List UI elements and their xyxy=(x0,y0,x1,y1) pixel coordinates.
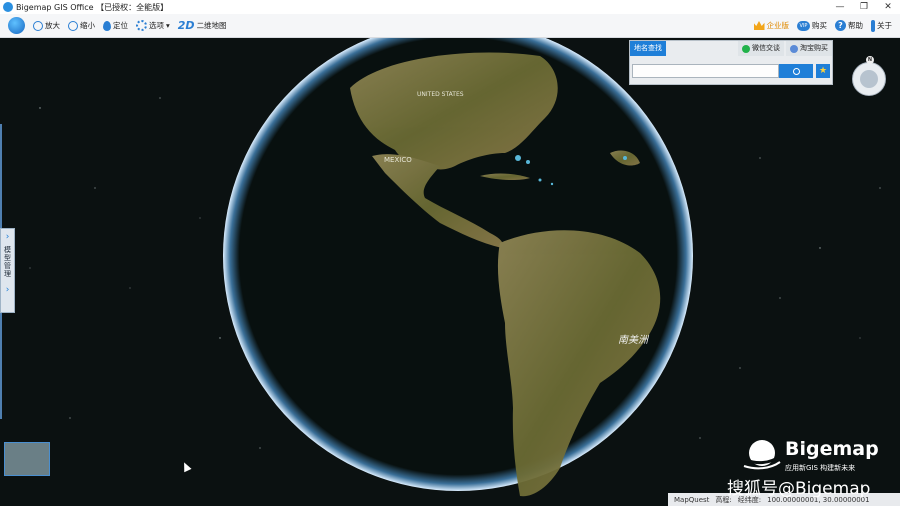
sohu-credit: 搜狐号@Bigemap xyxy=(727,479,871,499)
minimize-button[interactable]: — xyxy=(828,0,852,14)
overview-minimap[interactable] xyxy=(4,442,50,476)
2d-map-label: 二维地图 xyxy=(196,21,227,30)
map-label-usa: UNITED STATES xyxy=(417,91,464,98)
tab-place-search[interactable]: 地名查找 xyxy=(630,41,666,56)
chevron-down-icon: ▾ xyxy=(166,21,170,30)
north-indicator: N xyxy=(866,56,874,64)
2d-icon: 2D xyxy=(177,19,195,32)
place-search-input[interactable] xyxy=(632,64,779,78)
buy-button[interactable]: VIP 购买 xyxy=(797,20,827,31)
enterprise-label: 企业版 xyxy=(766,21,790,30)
favorite-button[interactable]: ★ xyxy=(816,64,830,78)
locate-label: 定位 xyxy=(113,21,128,30)
gear-icon xyxy=(136,20,147,31)
title-bar: Bigemap GIS Office 【已授权：全能版】 — ❐ ✕ xyxy=(0,0,900,14)
help-label: 帮助 xyxy=(848,21,863,30)
tab-taobao-label: 淘宝购买 xyxy=(800,44,828,52)
navigation-compass[interactable]: N xyxy=(852,56,886,96)
wechat-icon xyxy=(742,44,750,53)
crown-icon xyxy=(753,21,765,30)
map-provider: MapQuest xyxy=(674,495,710,504)
compass-center-icon[interactable] xyxy=(860,70,878,88)
zoom-in-icon xyxy=(33,20,43,31)
window-title: Bigemap GIS Office 【已授权：全能版】 xyxy=(16,2,169,12)
locate-button[interactable]: 定位 xyxy=(103,20,128,31)
globe-view[interactable]: UNITED STATES MEXICO 南美洲 xyxy=(0,38,900,506)
maximize-button[interactable]: ❐ xyxy=(852,0,876,14)
zoom-out-icon xyxy=(68,20,78,31)
enterprise-button[interactable]: 企业版 xyxy=(753,20,790,31)
model-management-label: 模型管理 xyxy=(3,246,12,278)
place-search-tabs: 地名查找 微信交谈 淘宝购买 xyxy=(630,41,832,56)
zoom-out-label: 缩小 xyxy=(80,21,95,30)
map-label-south-america: 南美洲 xyxy=(618,334,650,346)
bigemap-logo-icon[interactable] xyxy=(8,17,25,34)
tab-taobao[interactable]: 淘宝购买 xyxy=(786,41,832,56)
chevron-right-icon[interactable]: › xyxy=(6,232,10,242)
zoom-in-label: 放大 xyxy=(45,21,60,30)
location-pin-icon xyxy=(103,20,111,31)
about-button[interactable]: 关于 xyxy=(871,19,892,32)
help-icon: ? xyxy=(835,20,846,31)
window-controls: — ❐ ✕ xyxy=(828,0,900,14)
place-search-row: ★ xyxy=(632,64,832,78)
watermark-slogan: 应用新GIS 构建新未来 xyxy=(785,464,856,472)
search-icon xyxy=(792,67,800,75)
buy-label: 购买 xyxy=(812,21,827,30)
watermark-brand: Bigemap xyxy=(785,438,879,460)
main-toolbar: 放大 缩小 定位 选项 ▾ 2D 二维地图 企业版 VIP 购买 ? 帮助 关于 xyxy=(0,14,900,38)
zoom-in-button[interactable]: 放大 xyxy=(33,20,60,31)
close-button[interactable]: ✕ xyxy=(876,0,900,14)
options-label: 选项 xyxy=(149,21,164,30)
vip-icon: VIP xyxy=(797,20,810,31)
info-icon xyxy=(871,19,875,32)
map-viewport[interactable]: UNITED STATES MEXICO 南美洲 xyxy=(0,38,900,506)
place-search-panel: 地名查找 微信交谈 淘宝购买 ★ xyxy=(629,40,833,85)
taobao-icon xyxy=(790,44,798,53)
toolbar-right: 企业版 VIP 购买 ? 帮助 关于 xyxy=(753,19,900,32)
map-label-mexico: MEXICO xyxy=(384,156,412,164)
app-logo-icon xyxy=(3,2,13,12)
model-management-panel[interactable]: › 模型管理 › xyxy=(0,228,15,313)
zoom-out-button[interactable]: 缩小 xyxy=(68,20,95,31)
2d-map-button[interactable]: 2D 二维地图 xyxy=(178,19,227,32)
bigemap-watermark-logo-icon xyxy=(743,440,781,470)
help-button[interactable]: ? 帮助 xyxy=(835,20,863,31)
options-button[interactable]: 选项 ▾ xyxy=(136,20,170,31)
about-label: 关于 xyxy=(877,21,892,30)
chevron-right-icon-bottom[interactable]: › xyxy=(6,285,10,295)
tab-wechat[interactable]: 微信交谈 xyxy=(738,41,784,56)
place-search-button[interactable] xyxy=(779,64,813,78)
tab-wechat-label: 微信交谈 xyxy=(752,44,780,52)
